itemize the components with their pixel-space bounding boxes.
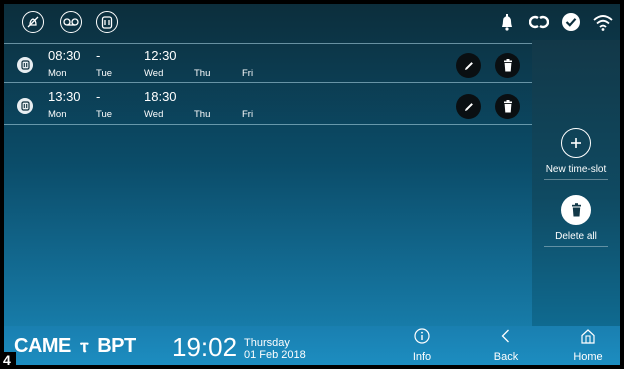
trash-icon [503,100,512,113]
door-phone-icon[interactable] [96,11,118,33]
slot-end-time: 12:30 [144,48,177,63]
back-button[interactable]: Back [476,328,536,363]
home-icon [581,329,595,344]
bottom-bar: CAME ⲧ BPT 19:02 Thursday 01 Feb 2018 In… [4,326,620,365]
clock-day: Thursday [244,337,290,349]
brand-logo: CAME ⲧ BPT [14,335,136,357]
delete-button[interactable] [495,94,520,119]
slot-start-time: 13:30 [48,89,81,104]
pencil-icon [464,102,473,111]
new-time-slot-label: New time-slot [544,164,608,180]
clock-date: 01 Feb 2018 [244,349,306,361]
day-label: Thu [194,68,211,79]
page-number-badge: 4 [0,352,16,369]
day-label: Thu [194,109,211,120]
edit-button[interactable] [456,53,481,78]
screen: 08:30 - 12:30 Mon Tue Wed Thu Fri 13:30 … [4,4,620,365]
voicemail-icon[interactable] [60,11,82,33]
time-slot-row[interactable]: 08:30 - 12:30 Mon Tue Wed Thu Fri [4,43,532,83]
day-label: Fri [242,68,254,79]
day-label: Tue [96,109,113,120]
top-bar [4,4,620,40]
pencil-icon [464,61,473,70]
day-label: Mon [48,68,67,79]
no-bell-icon[interactable] [22,11,44,33]
check-icon [560,12,582,32]
link-icon [528,12,550,32]
door-phone-icon [17,98,33,114]
delete-all-label: Delete all [544,231,608,247]
home-button[interactable]: Home [558,328,618,363]
info-label: Info [412,351,432,363]
day-label: Mon [48,109,67,120]
back-label: Back [493,351,519,363]
slot-separator: - [96,89,101,104]
home-label: Home [573,351,603,363]
info-button[interactable]: Info [392,328,452,363]
day-label: Wed [144,109,164,120]
info-icon [414,328,430,344]
plus-icon [561,128,591,158]
back-arrow-icon [501,329,509,343]
door-phone-icon [17,57,33,73]
edit-button[interactable] [456,94,481,119]
day-label: Fri [242,109,254,120]
day-label: Wed [144,68,164,79]
delete-button[interactable] [495,53,520,78]
trash-icon [503,59,512,72]
trash-icon [561,195,591,225]
slot-start-time: 08:30 [48,48,81,63]
slot-separator: - [96,48,101,63]
bell-icon [496,12,518,32]
day-label: Tue [96,68,113,79]
side-panel: New time-slot Delete all [532,40,620,326]
time-slot-row[interactable]: 13:30 - 18:30 Mon Tue Wed Thu Fri [4,85,532,125]
clock-time: 19:02 [172,332,238,362]
new-time-slot-button[interactable]: New time-slot [532,128,620,180]
wifi-icon [592,12,614,32]
delete-all-button[interactable]: Delete all [532,195,620,247]
slot-end-time: 18:30 [144,89,177,104]
